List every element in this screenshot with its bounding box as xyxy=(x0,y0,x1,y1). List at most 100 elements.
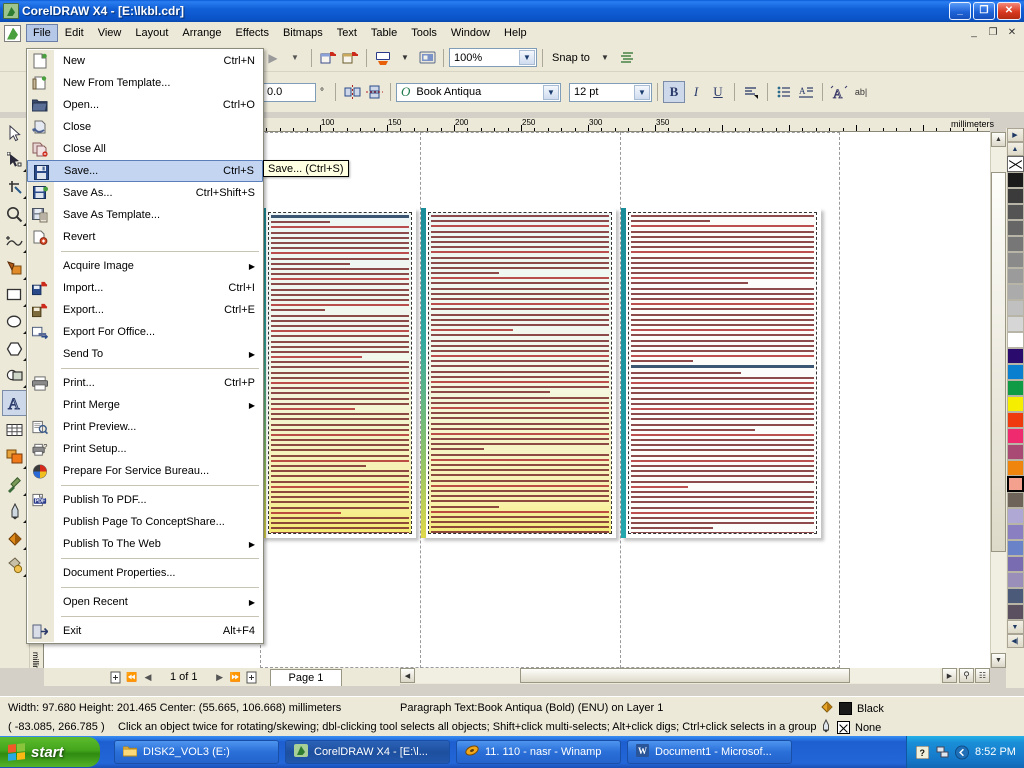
import-icon[interactable] xyxy=(317,47,339,69)
fill-tool[interactable] xyxy=(2,525,28,551)
scroll-right-button[interactable]: ▶ xyxy=(942,668,957,683)
file-menu-item-close[interactable]: Close xyxy=(27,116,263,138)
palette-swatch[interactable] xyxy=(1006,540,1024,556)
crop-tool[interactable] xyxy=(2,174,28,200)
file-menu-item-new-from-template[interactable]: New From Template... xyxy=(27,72,263,94)
palette-swatch[interactable] xyxy=(1006,220,1024,236)
outline-tool[interactable] xyxy=(2,498,28,524)
minimize-button[interactable]: _ xyxy=(949,2,971,20)
menu-help[interactable]: Help xyxy=(497,24,534,42)
font-size-chevron-down-icon[interactable]: ▼ xyxy=(634,84,650,100)
menu-effects[interactable]: Effects xyxy=(229,24,276,42)
bullet-list-icon[interactable] xyxy=(773,81,795,103)
palette-swatch[interactable] xyxy=(1006,524,1024,540)
status-fill-indicator[interactable]: Black xyxy=(820,700,884,717)
network-icon[interactable] xyxy=(935,745,949,759)
file-menu-item-print[interactable]: Print... Ctrl+P xyxy=(27,372,263,394)
menu-file[interactable]: File xyxy=(26,24,58,42)
palette-swatch[interactable] xyxy=(1006,588,1024,604)
file-menu-item-prepare-for-service-bureau[interactable]: Prepare For Service Bureau... xyxy=(27,460,263,482)
palette-swatch[interactable] xyxy=(1006,348,1024,364)
publish-pdf-dropdown-icon[interactable]: ▼ xyxy=(394,47,416,69)
scroll-up-button[interactable]: ▲ xyxy=(991,132,1006,147)
file-menu-item-save-as[interactable]: Save As... Ctrl+Shift+S xyxy=(27,182,263,204)
smart-fill-tool[interactable] xyxy=(2,255,28,281)
file-menu-item-close-all[interactable]: Close All xyxy=(27,138,263,160)
file-menu-item-import[interactable]: Import... Ctrl+I xyxy=(27,277,263,299)
mirror-vertical-icon[interactable] xyxy=(363,81,385,103)
table-tool[interactable] xyxy=(2,417,28,443)
last-page-icon[interactable]: ⏩ xyxy=(228,669,244,685)
menu-bitmaps[interactable]: Bitmaps xyxy=(276,24,330,42)
palette-swatch[interactable] xyxy=(1006,460,1024,476)
pick-tool[interactable] xyxy=(2,120,28,146)
file-menu-item-print-merge[interactable]: Print Merge ▶ xyxy=(27,394,263,416)
vertical-scroll-thumb[interactable] xyxy=(991,172,1006,552)
palette-swatch[interactable] xyxy=(1006,572,1024,588)
menu-tools[interactable]: Tools xyxy=(404,24,444,42)
color-palette[interactable]: ▶ ▲ ▼ ◀| xyxy=(1006,128,1024,688)
next-page-icon[interactable]: ▶ xyxy=(212,669,228,685)
zoom-tool[interactable] xyxy=(2,201,28,227)
taskbar-item-word[interactable]: W Document1 - Microsof... xyxy=(627,740,792,764)
palette-swatch[interactable] xyxy=(1006,444,1024,460)
mdi-minimize-button[interactable]: _ xyxy=(966,25,982,40)
palette-more-icon[interactable]: ◀| xyxy=(1006,634,1024,648)
page-tab[interactable]: Page 1 xyxy=(269,668,343,686)
palette-scroll-up-icon[interactable]: ▲ xyxy=(1006,142,1024,156)
horizontal-scroll-thumb[interactable] xyxy=(520,668,850,683)
publish-pdf-icon[interactable] xyxy=(372,47,394,69)
palette-swatch[interactable] xyxy=(1006,604,1024,620)
chevron-down-icon[interactable]: ▼ xyxy=(519,50,535,65)
palette-scroll-down-icon[interactable]: ▼ xyxy=(1006,620,1024,634)
scroll-left-button[interactable]: ◀ xyxy=(400,668,415,683)
palette-expand-icon[interactable]: ▶ xyxy=(1006,128,1024,142)
font-family-chevron-down-icon[interactable]: ▼ xyxy=(543,84,559,100)
palette-swatch[interactable] xyxy=(1006,364,1024,380)
rectangle-tool[interactable] xyxy=(2,282,28,308)
close-button[interactable]: ✕ xyxy=(997,2,1021,20)
menu-window[interactable]: Window xyxy=(444,24,497,42)
menu-text[interactable]: Text xyxy=(330,24,364,42)
rotation-angle-input[interactable]: 0.0 xyxy=(262,82,316,102)
start-button[interactable]: start xyxy=(0,737,100,767)
palette-swatch[interactable] xyxy=(1006,284,1024,300)
palette-swatch[interactable] xyxy=(1006,492,1024,508)
palette-swatch[interactable] xyxy=(1006,332,1024,348)
basic-shapes-tool[interactable] xyxy=(2,363,28,389)
navigator-popup-button[interactable]: ☷ xyxy=(975,668,990,683)
freehand-tool[interactable] xyxy=(2,228,28,254)
file-menu-item-export[interactable]: Export... Ctrl+E xyxy=(27,299,263,321)
none-swatch[interactable] xyxy=(1006,156,1024,172)
taskbar-item-coreldraw[interactable]: CorelDRAW X4 - [E:\l... xyxy=(285,740,450,764)
file-menu-item-publish-to-the-web[interactable]: Publish To The Web ▶ xyxy=(27,533,263,555)
edit-text-icon[interactable]: ab| xyxy=(850,81,872,103)
file-menu-item-save[interactable]: Save... Ctrl+S xyxy=(27,160,263,182)
palette-swatch[interactable] xyxy=(1006,268,1024,284)
mdi-close-button[interactable]: ✕ xyxy=(1004,25,1020,40)
palette-swatch[interactable] xyxy=(1006,300,1024,316)
mirror-horizontal-icon[interactable] xyxy=(341,81,363,103)
drop-cap-icon[interactable]: A xyxy=(795,81,817,103)
palette-swatch[interactable] xyxy=(1006,380,1024,396)
previous-page-icon[interactable]: ◀ xyxy=(140,669,156,685)
interactive-fill-tool[interactable] xyxy=(2,552,28,578)
ellipse-tool[interactable] xyxy=(2,309,28,335)
palette-swatch[interactable] xyxy=(1006,556,1024,572)
status-outline-indicator[interactable]: None xyxy=(820,718,881,736)
taskbar-item-winamp[interactable]: 11. 110 - nasr - Winamp xyxy=(456,740,621,764)
restore-button[interactable]: ❐ xyxy=(973,2,995,20)
volume-icon[interactable] xyxy=(955,745,969,759)
options-icon[interactable] xyxy=(616,47,638,69)
palette-swatch[interactable] xyxy=(1006,204,1024,220)
file-menu-item-acquire-image[interactable]: Acquire Image ▶ xyxy=(27,255,263,277)
file-menu-item-print-setup[interactable]: ? Print Setup... xyxy=(27,438,263,460)
underline-button[interactable]: U xyxy=(707,81,729,103)
file-menu-item-publish-page-to-conceptshare[interactable]: Publish Page To ConceptShare... xyxy=(27,511,263,533)
taskbar-clock[interactable]: 8:52 PM xyxy=(975,746,1016,758)
brochure-panel-right[interactable] xyxy=(621,208,821,538)
export-icon[interactable] xyxy=(339,47,361,69)
menu-arrange[interactable]: Arrange xyxy=(175,24,228,42)
add-page-before-icon[interactable] xyxy=(108,669,124,685)
scroll-down-button[interactable]: ▼ xyxy=(991,653,1006,668)
